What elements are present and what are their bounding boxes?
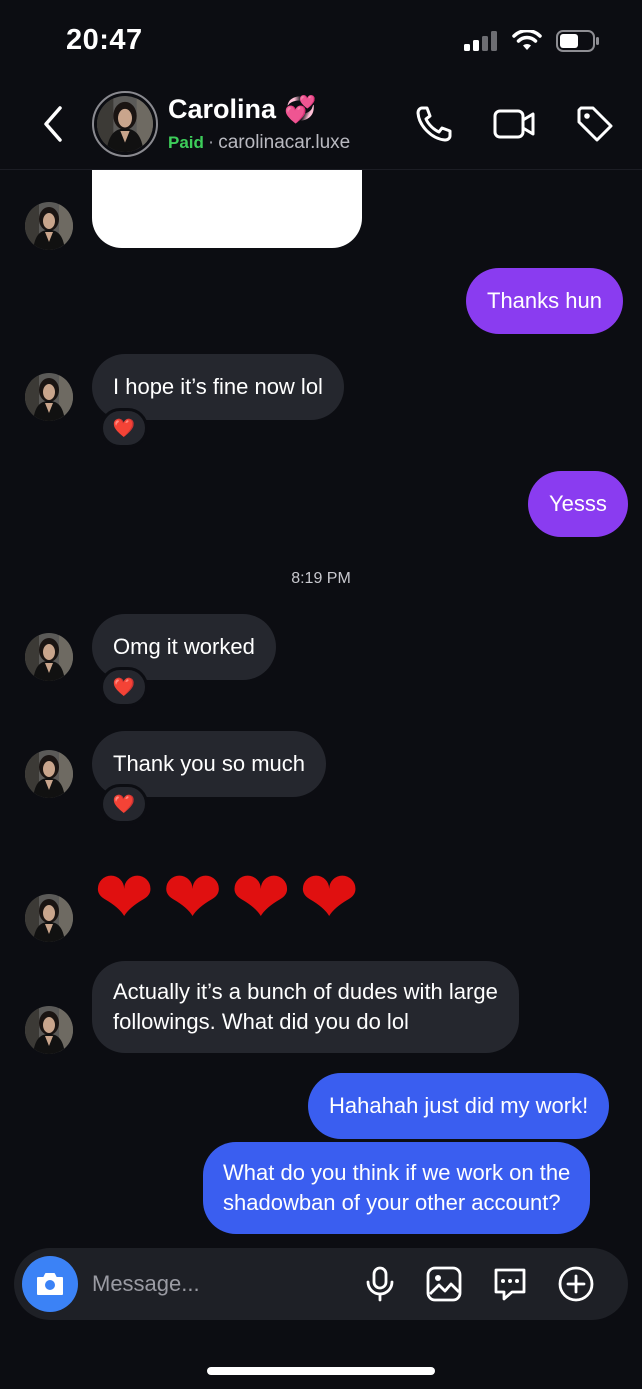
microphone-icon[interactable] [360, 1264, 400, 1304]
home-indicator[interactable] [207, 1367, 435, 1375]
incoming-message[interactable]: Actually it’s a bunch of dudes with larg… [92, 961, 519, 1053]
message-line: shadowban of your other account? [223, 1190, 561, 1215]
back-chevron-icon[interactable] [36, 102, 70, 146]
outgoing-message[interactable]: Yesss [528, 471, 628, 537]
separator-dot: · [207, 132, 215, 153]
heart-icon: ❤ [230, 858, 291, 938]
phone-icon[interactable] [412, 102, 456, 146]
message-line: followings. What did you do lol [113, 1009, 409, 1034]
heart-reaction[interactable]: ❤️ [100, 408, 148, 448]
camera-icon [37, 1273, 63, 1295]
outgoing-message[interactable]: Thanks hun [466, 268, 623, 334]
tag-icon[interactable] [573, 102, 617, 146]
image-message[interactable] [92, 170, 362, 248]
battery-icon [556, 30, 599, 52]
message-composer [14, 1248, 628, 1320]
message-line: What do you think if we work on the [223, 1160, 571, 1185]
contact-username: carolinacar.luxe [218, 132, 351, 153]
emoji-message[interactable]: ❤ ❤ ❤ ❤ [94, 858, 359, 938]
heart-reaction[interactable]: ❤️ [100, 784, 148, 824]
contact-name[interactable]: Carolina [168, 94, 276, 125]
status-icons [464, 30, 600, 52]
wifi-icon [512, 30, 542, 50]
signal-icon [464, 31, 497, 51]
name-heart-emoji: 💞 [284, 94, 317, 124]
message-line: Actually it’s a bunch of dudes with larg… [113, 979, 498, 1004]
heart-icon: ❤ [162, 858, 223, 938]
status-time: 20:47 [66, 24, 143, 56]
heart-reaction[interactable]: ❤️ [100, 667, 148, 707]
paid-badge: Paid [168, 133, 204, 152]
heart-icon: ❤ [94, 858, 155, 938]
sender-avatar[interactable] [25, 373, 73, 421]
heart-icon: ❤ [298, 858, 360, 938]
message-input[interactable] [92, 1264, 352, 1304]
sender-avatar[interactable] [25, 750, 73, 798]
sender-avatar[interactable] [25, 202, 73, 250]
sender-avatar[interactable] [25, 633, 73, 681]
sender-avatar[interactable] [25, 894, 73, 942]
sender-avatar[interactable] [25, 1006, 73, 1054]
camera-button[interactable] [22, 1256, 78, 1312]
chat-timestamp: 8:19 PM [291, 570, 351, 587]
sticker-icon[interactable] [490, 1264, 530, 1304]
video-icon[interactable] [492, 102, 536, 146]
outgoing-message[interactable]: What do you think if we work on the shad… [203, 1142, 591, 1234]
chat-header: Carolina 💞 Paid · carolinacar.luxe [0, 80, 642, 170]
plus-icon[interactable] [556, 1264, 596, 1304]
contact-subtitle: Paid · carolinacar.luxe [168, 132, 350, 154]
outgoing-message[interactable]: Hahahah just did my work! [308, 1073, 610, 1139]
header-avatar[interactable] [92, 91, 158, 157]
gallery-icon[interactable] [424, 1264, 464, 1304]
